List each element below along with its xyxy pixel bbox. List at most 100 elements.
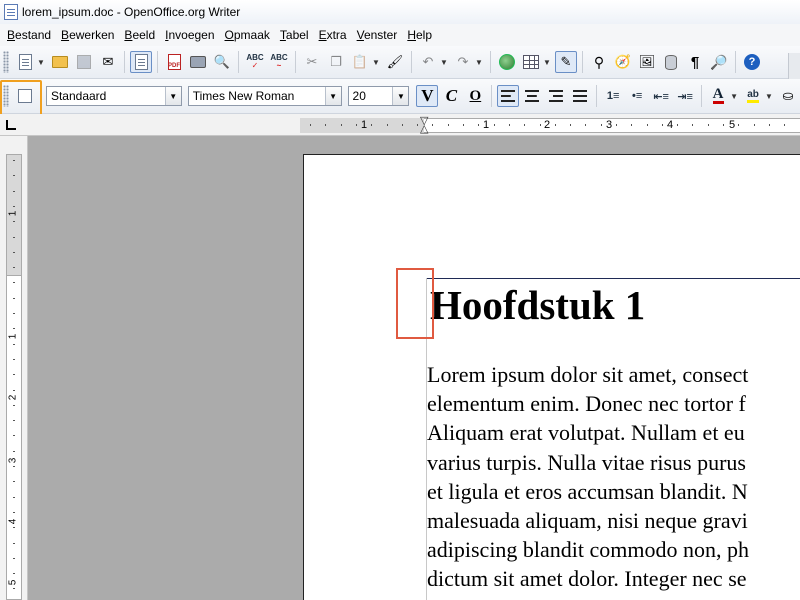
- align-left-icon: [501, 90, 516, 102]
- menu-beeld[interactable]: Beeld: [119, 28, 160, 42]
- spellcheck-button[interactable]: ABC ✓: [244, 51, 266, 73]
- ruler-tick: [341, 124, 342, 126]
- ruler-number: 2: [7, 394, 19, 401]
- bulleted-list-icon: •≡: [632, 90, 643, 102]
- font-color-dropdown-arrow[interactable]: ▼: [730, 92, 738, 101]
- align-center-button[interactable]: [521, 85, 543, 107]
- italic-button[interactable]: C: [440, 85, 462, 107]
- align-left-button[interactable]: [497, 85, 520, 107]
- increase-indent-button[interactable]: ⇥≡: [674, 85, 696, 107]
- highlight-dropdown-arrow[interactable]: ▼: [765, 92, 773, 101]
- tab-type-selector[interactable]: [6, 120, 16, 130]
- font-color-button[interactable]: A: [707, 85, 729, 107]
- separator: [238, 51, 239, 73]
- find-replace-button[interactable]: ⚲: [588, 51, 610, 73]
- print-preview-button[interactable]: 🔍: [211, 51, 233, 73]
- ruler-tick: [13, 237, 15, 238]
- menu-invoegen[interactable]: Invoegen: [160, 28, 219, 42]
- paste-dropdown-arrow[interactable]: ▼: [372, 58, 380, 67]
- body-line: varius turpis. Nulla vitae risus purus: [427, 449, 746, 475]
- separator: [411, 51, 412, 73]
- save-button[interactable]: [73, 51, 95, 73]
- pdf-icon: PDF: [167, 54, 181, 70]
- ruler-number: 5: [729, 119, 736, 131]
- numbering-button[interactable]: 1≡: [602, 85, 624, 107]
- highlight-button[interactable]: ab: [742, 85, 764, 107]
- ruler-tick: [708, 124, 709, 126]
- undo-dropdown-arrow[interactable]: ▼: [440, 58, 448, 67]
- font-size-select[interactable]: 20 ▼: [347, 86, 410, 106]
- formatting-marks-button[interactable]: ¶: [684, 51, 706, 73]
- export-pdf-button[interactable]: PDF: [163, 51, 185, 73]
- auto-spellcheck-button[interactable]: ABC ~: [268, 51, 290, 73]
- hyperlink-button[interactable]: [496, 51, 518, 73]
- edit-document-icon: [134, 54, 148, 70]
- underline-button[interactable]: O: [464, 85, 486, 107]
- ruler-tick: [417, 124, 418, 126]
- menu-venster[interactable]: Venster: [352, 28, 403, 42]
- justify-button[interactable]: [569, 85, 591, 107]
- background-color-button[interactable]: ⛀: [777, 85, 799, 107]
- body-line: Lorem ipsum dolor sit amet, consect: [427, 362, 749, 387]
- clipboard-icon: 📋: [351, 54, 369, 69]
- new-dropdown-arrow[interactable]: ▼: [37, 58, 45, 67]
- decrease-indent-button[interactable]: ⇤≡: [650, 85, 672, 107]
- gallery-button[interactable]: 🖼: [636, 51, 658, 73]
- menu-opmaak[interactable]: Opmaak: [220, 28, 275, 42]
- redo-dropdown-arrow[interactable]: ▼: [475, 58, 483, 67]
- menu-bestand[interactable]: Bestand: [2, 28, 56, 42]
- ruler-tick: [723, 124, 724, 126]
- chevron-down-icon[interactable]: ▼: [164, 87, 181, 105]
- ruler-tick: [310, 124, 311, 126]
- bold-button[interactable]: V: [416, 85, 439, 107]
- menu-tabel[interactable]: Tabel: [275, 28, 314, 42]
- open-button[interactable]: [49, 51, 71, 73]
- paragraph-style-value: Standaard: [50, 89, 107, 103]
- show-draw-functions-button[interactable]: ✎: [555, 51, 577, 73]
- paste-button[interactable]: 📋: [349, 51, 371, 73]
- email-button[interactable]: ✉: [97, 51, 119, 73]
- ruler-number: 3: [7, 457, 19, 464]
- indent-marker-icon[interactable]: ▽ △: [420, 116, 428, 135]
- zoom-button[interactable]: 🔎: [708, 51, 730, 73]
- separator: [295, 51, 296, 73]
- insert-table-button[interactable]: [520, 51, 542, 73]
- bullets-button[interactable]: •≡: [626, 85, 648, 107]
- ruler-tick: [677, 124, 678, 126]
- separator: [701, 85, 703, 107]
- chevron-down-icon[interactable]: ▼: [324, 87, 341, 105]
- table-dropdown-arrow[interactable]: ▼: [543, 58, 551, 67]
- redo-button[interactable]: ↷: [452, 51, 474, 73]
- cut-button[interactable]: ✂: [301, 51, 323, 73]
- menu-extra[interactable]: Extra: [314, 28, 352, 42]
- undo-button[interactable]: ↶: [417, 51, 439, 73]
- edit-mode-button[interactable]: [130, 51, 152, 73]
- printer-icon: [190, 56, 206, 68]
- help-button[interactable]: ?: [741, 51, 763, 73]
- chevron-down-icon[interactable]: ▼: [392, 87, 409, 105]
- paragraph-style-select[interactable]: Standaard ▼: [45, 86, 182, 106]
- align-right-button[interactable]: [545, 85, 567, 107]
- new-document-button[interactable]: [14, 51, 36, 73]
- data-sources-button[interactable]: [660, 51, 682, 73]
- ruler-tick: [524, 124, 525, 126]
- highlight-frame-text-cursor: [396, 268, 434, 339]
- print-button[interactable]: [187, 51, 209, 73]
- ruler-tick: [13, 313, 15, 314]
- toolbar-overflow-scroll[interactable]: [788, 53, 800, 79]
- font-name-select[interactable]: Times New Roman ▼: [187, 86, 342, 106]
- document-heading[interactable]: Hoofdstuk 1: [430, 281, 645, 329]
- toolbar-grip[interactable]: [3, 51, 9, 73]
- standard-toolbar: ▼ ✉ PDF 🔍 ABC ✓ ABC ~ ✂ ❐ 📋 ▼ 🖌 ↶ ▼ ↷ ▼ ▼ …: [0, 46, 800, 79]
- scissors-icon: ✂: [306, 54, 318, 69]
- menu-bewerken[interactable]: Bewerken: [56, 28, 119, 42]
- format-paintbrush-button[interactable]: 🖌: [384, 51, 406, 73]
- highlight-frame-styles-button: [0, 80, 42, 117]
- ruler-tick: [402, 124, 403, 126]
- menu-help[interactable]: Help: [402, 28, 437, 42]
- ruler-number: 1: [7, 210, 19, 217]
- document-body[interactable]: Lorem ipsum dolor sit amet, consect elem…: [427, 360, 749, 594]
- ruler-tick: [13, 435, 15, 436]
- copy-button[interactable]: ❐: [325, 51, 347, 73]
- navigator-button[interactable]: 🧭: [612, 51, 634, 73]
